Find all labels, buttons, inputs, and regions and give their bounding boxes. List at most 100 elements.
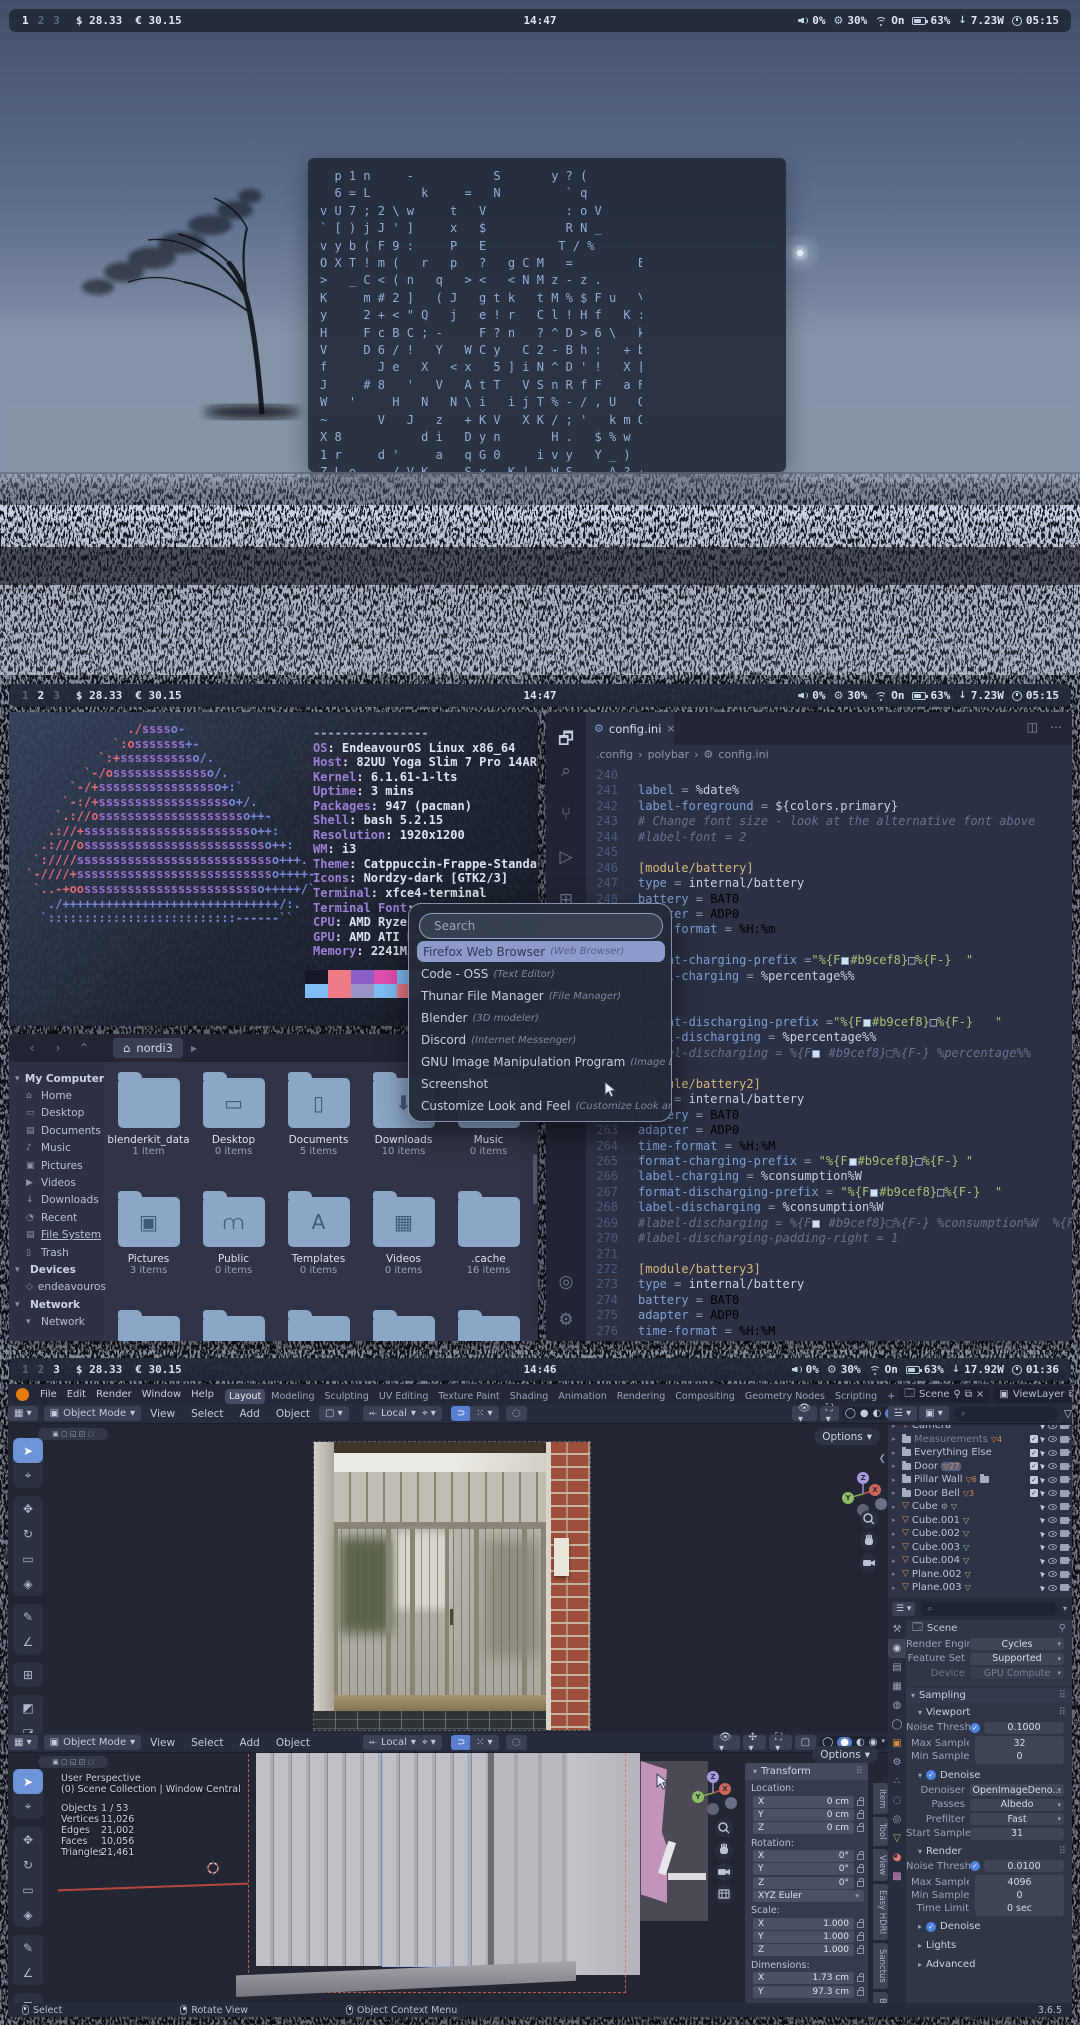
sidebar-item-music[interactable]: ♪ Music xyxy=(9,1140,104,1157)
properties-constraints-tab[interactable]: ◎ xyxy=(888,1810,906,1829)
vp-menu-view[interactable]: View xyxy=(143,1408,182,1420)
thunar-scrollbar[interactable] xyxy=(533,1154,537,1204)
outliner-row-cube003[interactable]: ▸ ▽ Cube.003 ▽ xyxy=(888,1541,1072,1555)
collapse-arrow[interactable]: ❮ xyxy=(878,1454,886,1464)
launcher-item[interactable]: Screenshot xyxy=(421,1073,488,1095)
toolbar-rotate-tool[interactable]: ↻ xyxy=(13,1521,43,1546)
sidebar-item-endeavouros[interactable]: ◇ endeavouros xyxy=(9,1279,106,1296)
transform-field[interactable]: Y 0° xyxy=(753,1863,854,1876)
prop-collapsed-lights[interactable]: ▸ Lights xyxy=(906,1938,1072,1954)
forward-button[interactable]: › xyxy=(45,1041,71,1055)
workspace-tab-[interactable]: + xyxy=(883,1389,899,1404)
toolbar-annotate-tool[interactable]: ✎ xyxy=(13,1604,43,1629)
snapping-dropdown[interactable]: ⌖ ▾ xyxy=(416,1735,442,1750)
workspace-tab-layout[interactable]: Layout xyxy=(224,1389,266,1404)
folder-item[interactable]: .cache 16 items xyxy=(446,1191,531,1276)
search-icon[interactable]: ⌕ xyxy=(546,761,586,781)
n-tab-easy-hdri[interactable]: Easy HDRI xyxy=(873,1884,888,1941)
workspace-tab-shading[interactable]: Shading xyxy=(506,1389,553,1404)
snap-magnet-button[interactable]: ⊃ xyxy=(451,1406,472,1421)
toolbar-measure-tool[interactable]: ∠ xyxy=(13,1960,43,1985)
prop-subsection-denoise[interactable]: ▾ ✓ Denoise xyxy=(906,1767,1072,1783)
toolbar-rotate-tool[interactable]: ↻ xyxy=(13,1852,43,1877)
prop-group-row[interactable]: Min Samples 0 xyxy=(911,1889,1064,1902)
sidebar-item-home[interactable]: ⌂ Home xyxy=(9,1087,104,1104)
folder-item[interactable]: ▯ Documents 5 items xyxy=(276,1072,361,1157)
proportional-off-button[interactable]: ◌ xyxy=(506,1406,527,1421)
toolbar-move-tool[interactable]: ✥ xyxy=(13,1827,43,1852)
folder-item[interactable]: ▦ Videos 0 items xyxy=(361,1191,446,1276)
properties-object-tab[interactable]: ▣ xyxy=(888,1734,906,1753)
folder-item[interactable] xyxy=(446,1310,531,1341)
outliner-row-everythingelse[interactable]: ▸ Everything Else ✓ xyxy=(888,1446,1072,1460)
source-control-icon[interactable]: ⑂ xyxy=(546,804,586,824)
debug-icon[interactable]: ▷ xyxy=(546,847,586,867)
prop-field[interactable]: 0.1000 xyxy=(984,1721,1064,1734)
gz-neg2[interactable] xyxy=(725,1797,737,1809)
gz-x[interactable]: X xyxy=(719,1783,731,1795)
viewport-ortho-nav-icon[interactable] xyxy=(715,1885,733,1903)
proportional-off-button[interactable]: ◌ xyxy=(506,1735,527,1750)
toolbar-misc-tool-1[interactable]: ◩ xyxy=(13,1695,43,1720)
sidebar-item-file-system[interactable]: ▤ File System xyxy=(9,1227,104,1244)
toolbar-select-tool[interactable]: ➤ xyxy=(13,1769,43,1794)
outliner-row-plane002[interactable]: ▸ ▽ Plane.002 ▽ xyxy=(888,1568,1072,1582)
outliner-row-cube[interactable]: ▸ ▽ Cube ⚙ ▽ xyxy=(888,1500,1072,1514)
sidebar-item-devices[interactable]: ▾ Devices xyxy=(9,1261,104,1278)
orientation-selector[interactable]: ⤝ Local ▾ xyxy=(363,1406,422,1421)
folder-item[interactable]: A Templates 0 items xyxy=(276,1191,361,1276)
sidebar-item-pictures[interactable]: ▣ Pictures xyxy=(9,1157,104,1174)
transform-field[interactable]: X 1.73 cm xyxy=(753,1972,854,1985)
select-mode-buttons[interactable]: ▣ ▢ ◱ ◰ ◌ xyxy=(38,1756,108,1768)
transform-field[interactable]: Z 1.000 xyxy=(753,1944,854,1957)
workspace-tab-modeling[interactable]: Modeling xyxy=(267,1389,318,1404)
up-button[interactable]: ⌃ xyxy=(71,1041,97,1055)
transform-field[interactable]: X 0 cm xyxy=(753,1795,854,1808)
account-icon[interactable]: ◎ xyxy=(546,1272,586,1292)
prop-field[interactable]: 0.0100 xyxy=(984,1860,1064,1873)
mode-selector[interactable]: ▣ Object Mode ▾ xyxy=(43,1406,142,1421)
viewport-pan-nav-icon[interactable] xyxy=(860,1532,878,1550)
properties-search[interactable]: ⌕ xyxy=(921,1601,1057,1616)
rofi-launcher[interactable]: Search Firefox Web Browser (Web Browser) Co… xyxy=(408,903,672,1122)
menu-render[interactable]: Render xyxy=(91,1389,137,1400)
sidebar-item-network[interactable]: ▾ Network xyxy=(9,1313,104,1330)
toolbar-scale-tool[interactable]: ▭ xyxy=(13,1546,43,1571)
sidebar-item-desktop[interactable]: ▭ Desktop xyxy=(9,1105,104,1122)
toolbar-scale-tool[interactable]: ▭ xyxy=(13,1877,43,1902)
tab-config-ini[interactable]: ⚙ config.ini × xyxy=(586,712,676,745)
gz-z[interactable]: Z xyxy=(707,1771,719,1783)
properties-material-tab[interactable]: ◕ xyxy=(888,1848,906,1867)
outliner-row-measurements[interactable]: ▸ Measurements ▽4 ✓ xyxy=(888,1433,1072,1447)
properties-modifier-tab[interactable]: ⚙ xyxy=(888,1753,906,1772)
prop-subsection-render[interactable]: ▾ Render ⠿ xyxy=(906,1843,1072,1859)
menu-file[interactable]: File xyxy=(35,1389,62,1400)
outliner-row-cube002[interactable]: ▸ ▽ Cube.002 ▽ xyxy=(888,1527,1072,1541)
transform-field[interactable]: Z 0° xyxy=(753,1876,854,1889)
launcher-item[interactable]: Blender (3D modeler) xyxy=(421,1007,539,1029)
properties-data-tab[interactable]: ▽ xyxy=(888,1829,906,1848)
toolbar-transform-tool[interactable]: ◈ xyxy=(13,1902,43,1927)
snap-magnet-button[interactable]: ⊃ xyxy=(451,1735,472,1750)
properties-texture-tab[interactable]: ▩ xyxy=(888,1867,906,1886)
viewport-pan-nav-icon[interactable] xyxy=(715,1841,733,1859)
sidebar-item-trash[interactable]: ▯ Trash xyxy=(9,1244,104,1261)
outliner-row-doorbell[interactable]: ▸ Door Bell ▽3 ✓ xyxy=(888,1487,1072,1501)
prop-field[interactable]: 31 xyxy=(970,1827,1064,1840)
folder-item[interactable]: ▭ Desktop 0 items xyxy=(191,1072,276,1157)
sidebar-item-recent[interactable]: ◔ Recent xyxy=(9,1209,104,1226)
properties-world-tab[interactable]: ◯ xyxy=(888,1715,906,1734)
sidebar-item-network[interactable]: ▾ Network xyxy=(9,1296,104,1313)
properties-output-tab[interactable]: ▤ xyxy=(888,1658,906,1677)
menu-edit[interactable]: Edit xyxy=(62,1389,91,1400)
sidebar-item-videos[interactable]: ▶ Videos xyxy=(9,1174,104,1191)
workspace-tab-rendering[interactable]: Rendering xyxy=(613,1389,670,1404)
gz-y[interactable]: Y xyxy=(692,1791,704,1803)
folder-item[interactable]: blenderkit_data 1 item xyxy=(106,1072,191,1157)
prop-field[interactable]: Supported ▾ xyxy=(970,1652,1064,1665)
outliner-row-cube004[interactable]: ▸ ▽ Cube.004 ▽ xyxy=(888,1554,1072,1568)
workspace-tab-animation[interactable]: Animation xyxy=(554,1389,610,1404)
launcher-item[interactable]: Discord (Internet Messenger) xyxy=(421,1029,576,1051)
vp-menu-add[interactable]: Add xyxy=(232,1737,266,1749)
n-tab-sanctus[interactable]: Sanctus xyxy=(873,1943,888,1989)
